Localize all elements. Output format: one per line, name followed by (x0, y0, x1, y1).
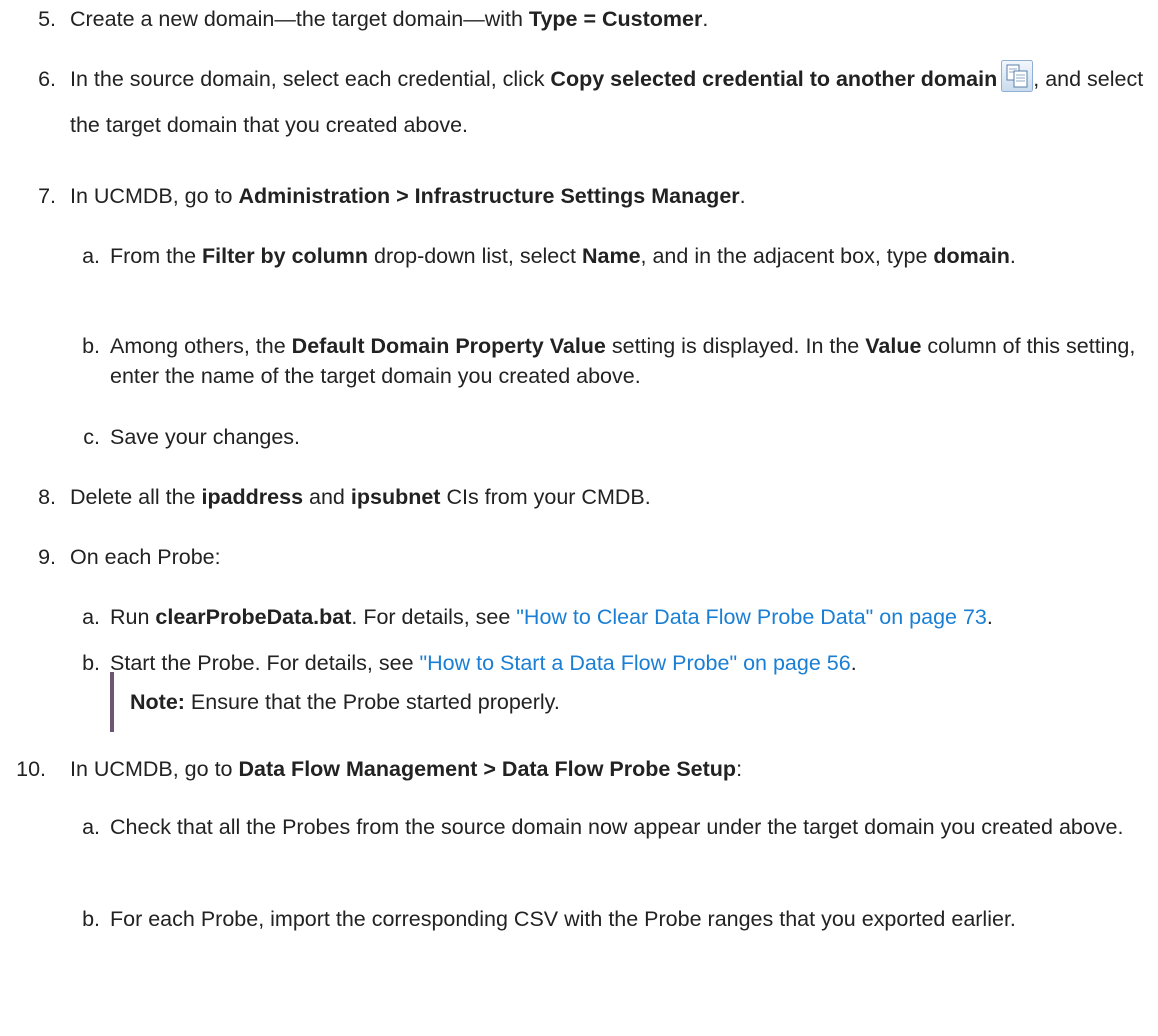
step-number: 9. (38, 545, 56, 569)
step-number: 5. (38, 7, 56, 31)
step-text: Delete all the ipaddress and ipsubnet CI… (70, 485, 651, 509)
document-page: 5. Create a new domain—the target domain… (0, 0, 1158, 1036)
substep-text: From the Filter by column drop-down list… (110, 244, 1016, 268)
substep-text: Among others, the Default Domain Propert… (110, 334, 1136, 388)
substep-letter: a. (82, 815, 100, 839)
step-text: Create a new domain—the target domain—wi… (70, 7, 709, 31)
note-callout: Note: Ensure that the Probe started prop… (110, 672, 560, 732)
substep-text: For each Probe, import the corresponding… (110, 907, 1016, 931)
copy-credential-icon (1001, 60, 1034, 92)
step-number: 10. (16, 757, 46, 781)
note-text: Ensure that the Probe started properly. (184, 690, 560, 714)
link-clear-probe-data[interactable]: "How to Clear Data Flow Probe Data" on p… (516, 605, 987, 629)
substep-text: Save your changes. (110, 425, 301, 449)
step-number: 6. (38, 67, 56, 91)
note-label: Note: (130, 690, 185, 714)
substep-letter: b. (82, 651, 100, 675)
step-number: 7. (38, 184, 56, 208)
step-number: 8. (38, 485, 56, 509)
substep-letter: a. (82, 244, 100, 268)
substep-text: Run clearProbeData.bat. For details, see… (110, 605, 993, 629)
step-text: In UCMDB, go to Data Flow Management > D… (70, 757, 743, 781)
substep-letter: a. (82, 605, 100, 629)
substep-text: Check that all the Probes from the sourc… (110, 815, 1124, 839)
step-text: In UCMDB, go to Administration > Infrast… (70, 184, 746, 208)
step-text: On each Probe: (70, 545, 221, 569)
step-text: In the source domain, select each creden… (70, 56, 1148, 148)
substep-letter: c. (83, 425, 100, 449)
substep-letter: b. (82, 907, 100, 931)
substep-letter: b. (82, 334, 100, 358)
